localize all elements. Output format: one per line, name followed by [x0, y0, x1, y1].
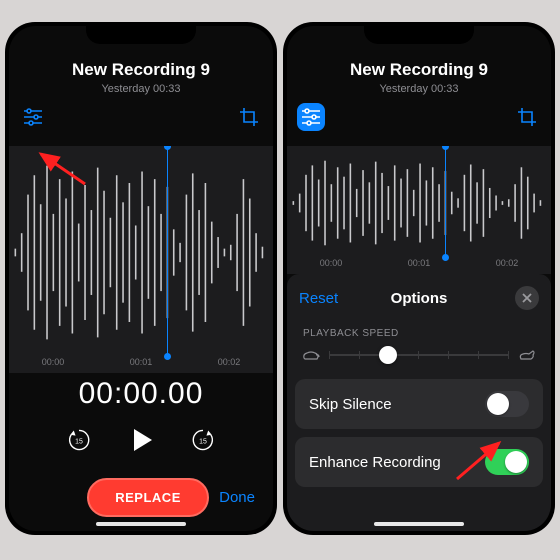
enhance-recording-toggle[interactable] — [485, 449, 529, 475]
recording-subtitle: Yesterday 00:33 — [287, 83, 551, 95]
playback-speed-row — [287, 345, 551, 379]
trim-button[interactable] — [235, 103, 263, 131]
two-phone-layout: New Recording 9 Yesterday 00:33 — [5, 22, 555, 535]
playhead[interactable] — [445, 146, 446, 258]
skip-back-button[interactable]: 15 — [66, 427, 92, 458]
crop-icon — [239, 107, 259, 127]
skip-forward-icon: 15 — [190, 427, 216, 453]
play-button[interactable] — [126, 425, 156, 460]
skip-forward-button[interactable]: 15 — [190, 427, 216, 458]
transport-controls: 15 15 — [9, 425, 273, 460]
options-sheet: Reset Options PLAYBACK SPEED — [287, 274, 551, 531]
recording-title: New Recording 9 — [9, 60, 273, 80]
recording-subtitle: Yesterday 00:33 — [9, 83, 273, 95]
close-button[interactable] — [515, 286, 539, 310]
enhance-recording-row: Enhance Recording — [295, 437, 543, 487]
playhead[interactable] — [167, 146, 168, 357]
trim-button[interactable] — [513, 103, 541, 131]
svg-text:15: 15 — [199, 438, 207, 445]
replace-button[interactable]: REPLACE — [87, 478, 209, 517]
title-area: New Recording 9 Yesterday 00:33 — [287, 60, 551, 95]
home-indicator[interactable] — [374, 522, 464, 526]
waveform — [287, 156, 551, 250]
phone-right: New Recording 9 Yesterday 00:33 — [283, 22, 555, 535]
svg-text:15: 15 — [75, 438, 83, 445]
sliders-icon — [23, 108, 43, 126]
skip-back-icon: 15 — [66, 427, 92, 453]
options-button[interactable] — [19, 103, 47, 131]
reset-button[interactable]: Reset — [299, 290, 338, 307]
time-display: 00:00.00 — [9, 377, 273, 411]
crop-icon — [517, 107, 537, 127]
waveform — [9, 156, 273, 349]
skip-silence-row: Skip Silence — [295, 379, 543, 429]
timeline-ticks: 00:0000:0100:02 — [287, 258, 551, 272]
sheet-title: Options — [391, 290, 448, 307]
close-icon — [522, 293, 532, 303]
status-bar — [287, 26, 551, 54]
phone-left: New Recording 9 Yesterday 00:33 — [5, 22, 277, 535]
speed-slider[interactable] — [329, 345, 509, 365]
section-label: PLAYBACK SPEED — [287, 320, 551, 345]
title-area: New Recording 9 Yesterday 00:33 — [9, 60, 273, 95]
skip-silence-label: Skip Silence — [309, 396, 392, 413]
waveform-area[interactable]: 00:0000:0100:02 — [287, 146, 551, 274]
options-button-active[interactable] — [297, 103, 325, 131]
hare-icon — [517, 348, 537, 362]
waveform-area[interactable]: 00:0000:0100:02 — [9, 146, 273, 373]
home-indicator[interactable] — [96, 522, 186, 526]
status-bar — [9, 26, 273, 54]
skip-silence-toggle[interactable] — [485, 391, 529, 417]
slider-thumb[interactable] — [379, 346, 397, 364]
sliders-icon — [301, 108, 321, 126]
enhance-recording-label: Enhance Recording — [309, 454, 441, 471]
play-icon — [126, 425, 156, 455]
done-button[interactable]: Done — [219, 489, 255, 506]
tortoise-icon — [301, 348, 321, 362]
recording-title: New Recording 9 — [287, 60, 551, 80]
